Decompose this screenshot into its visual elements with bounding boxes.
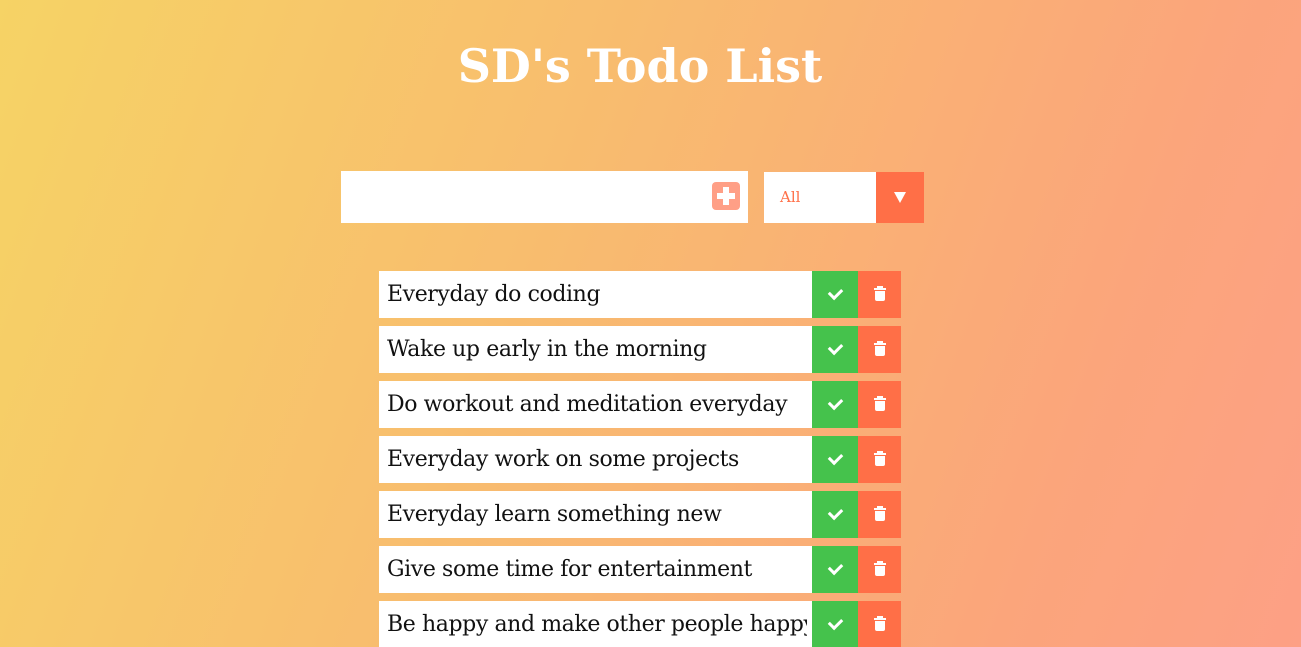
trash-icon <box>874 398 886 400</box>
todo-item: Wake up early in the morning <box>379 326 901 373</box>
complete-button[interactable] <box>812 436 858 483</box>
complete-button[interactable] <box>812 546 858 593</box>
trash-icon <box>874 453 886 455</box>
todo-text: Be happy and make other people happy <box>387 612 807 637</box>
filter-selected-value: All <box>780 188 801 206</box>
check-icon <box>827 449 844 466</box>
trash-icon <box>874 288 886 290</box>
check-icon <box>827 394 844 411</box>
todo-item: Everyday work on some projects <box>379 436 901 483</box>
page-title: SD's Todo List <box>457 39 823 93</box>
trash-icon <box>874 563 886 565</box>
todo-item: Everyday do coding <box>379 271 901 318</box>
add-todo-button[interactable] <box>712 182 740 210</box>
complete-button[interactable] <box>812 326 858 373</box>
todo-list: Everyday do coding Wake up early in the … <box>379 271 901 647</box>
check-icon <box>827 559 844 576</box>
delete-button[interactable] <box>858 491 901 538</box>
check-icon <box>827 614 844 631</box>
delete-button[interactable] <box>858 271 901 318</box>
todo-item: Everyday learn something new <box>379 491 901 538</box>
todo-input-container <box>341 171 748 223</box>
complete-button[interactable] <box>812 601 858 647</box>
delete-button[interactable] <box>858 601 901 647</box>
trash-icon <box>874 508 886 510</box>
check-icon <box>827 504 844 521</box>
filter-select[interactable]: All <box>764 172 924 223</box>
todo-item: Give some time for entertainment <box>379 546 901 593</box>
todo-text: Everyday learn something new <box>387 502 722 527</box>
delete-button[interactable] <box>858 326 901 373</box>
todo-text: Wake up early in the morning <box>387 337 707 362</box>
todo-text: Do workout and meditation everyday <box>387 392 788 417</box>
todo-item: Be happy and make other people happy <box>379 601 901 647</box>
todo-input[interactable] <box>341 171 701 223</box>
trash-icon <box>874 343 886 345</box>
todo-text: Give some time for entertainment <box>387 557 752 582</box>
delete-button[interactable] <box>858 436 901 483</box>
check-icon <box>827 339 844 356</box>
todo-item: Do workout and meditation everyday <box>379 381 901 428</box>
caret-down-icon <box>894 192 906 203</box>
check-icon <box>827 284 844 301</box>
trash-icon <box>874 618 886 620</box>
todo-text: Everyday do coding <box>387 282 601 307</box>
delete-button[interactable] <box>858 546 901 593</box>
delete-button[interactable] <box>858 381 901 428</box>
todo-form: All <box>341 171 924 223</box>
todo-text: Everyday work on some projects <box>387 447 739 472</box>
filter-dropdown-toggle[interactable] <box>876 172 924 223</box>
complete-button[interactable] <box>812 381 858 428</box>
complete-button[interactable] <box>812 491 858 538</box>
complete-button[interactable] <box>812 271 858 318</box>
